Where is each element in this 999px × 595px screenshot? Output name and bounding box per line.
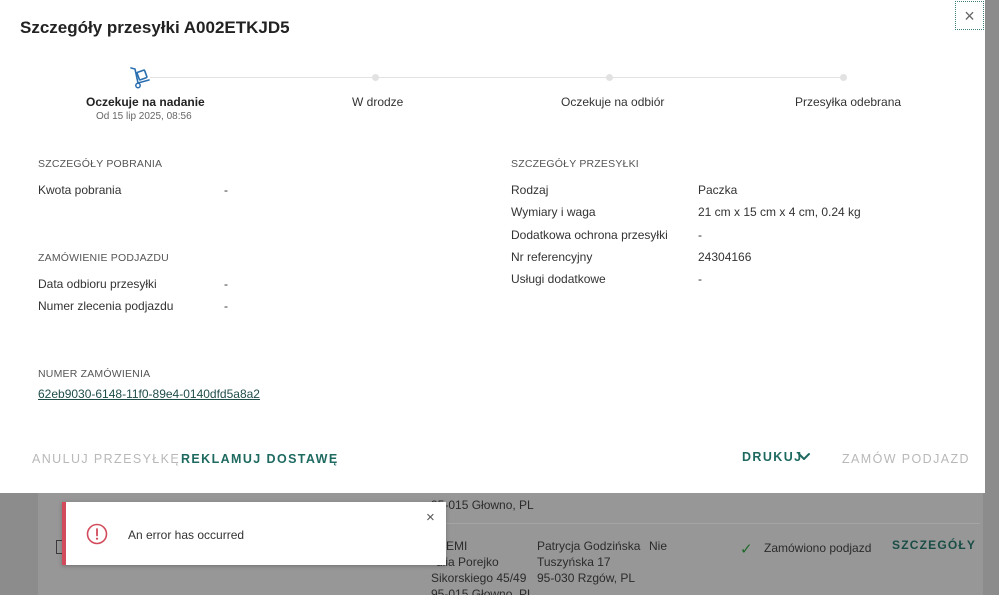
dimensions-label: Wymiary i waga	[511, 205, 596, 219]
shipment-type-label: Rodzaj	[511, 183, 549, 197]
pickup-order-number-value: -	[224, 299, 228, 313]
pickup-heading: ZAMÓWIENIE PODJAZDU	[38, 252, 169, 264]
cod-heading: SZCZEGÓŁY POBRANIA	[38, 158, 163, 170]
sender-city: 95-015 Głowno, PL	[431, 587, 534, 595]
check-icon: ✓	[740, 541, 753, 558]
step-label-awaiting-dispatch: Oczekuje na nadanie	[86, 95, 205, 109]
shipment-type-value: Paczka	[698, 183, 738, 197]
pickup-order-number-label: Numer zlecenia podjazdu	[38, 299, 174, 313]
step-date: Od 15 lip 2025, 08:56	[96, 111, 192, 122]
close-icon[interactable]: ×	[426, 510, 435, 525]
order-number-heading: NUMER ZAMÓWIENIA	[38, 368, 151, 380]
stepper-track	[150, 77, 845, 78]
sender-street: Sikorskiego 45/49	[431, 571, 527, 585]
shipment-heading: SZCZEGÓŁY PRZESYŁKI	[511, 158, 639, 170]
recipient-name: Patrycja Godzińska	[537, 539, 641, 553]
order-number-link[interactable]: 62eb9030-6148-11f0-89e4-0140dfd5a8a2	[38, 387, 260, 401]
close-button[interactable]: ×	[955, 1, 984, 30]
close-icon: ×	[964, 5, 975, 26]
print-button[interactable]: DRUKUJ	[742, 450, 803, 464]
cancel-shipment-button[interactable]: ANULUJ PRZESYŁKĘ	[32, 452, 180, 466]
modal-title: Szczegóły przesyłki A002ETKJD5	[20, 18, 290, 37]
error-toast: An error has occurred ×	[62, 502, 446, 565]
order-pickup-button[interactable]: ZAMÓW PODJAZD	[842, 452, 970, 466]
step-dot-in-transit	[372, 74, 379, 81]
step-dot-awaiting-pickup	[606, 74, 613, 81]
reference-number-label: Nr referencyjny	[511, 250, 593, 264]
insurance-label: Dodatkowa ochrona przesyłki	[511, 228, 668, 242]
extra-services-value: -	[698, 272, 702, 286]
cod-amount-label: Kwota pobrania	[38, 183, 122, 197]
cod-flag: Nie	[649, 539, 668, 553]
recipient-street: Tuszyńska 17	[537, 555, 611, 569]
pickup-date-value: -	[224, 277, 228, 291]
insurance-value: -	[698, 228, 702, 242]
cod-amount-value: -	[224, 183, 228, 197]
complain-delivery-button[interactable]: REKLAMUJ DOSTAWĘ	[181, 452, 339, 466]
step-label-delivered: Przesyłka odebrana	[795, 95, 902, 109]
pickup-date-label: Data odbioru przesyłki	[38, 277, 157, 291]
row-divider	[420, 523, 980, 524]
step-label-in-transit: W drodze	[352, 95, 404, 109]
chevron-down-icon[interactable]	[797, 450, 811, 464]
error-icon	[86, 523, 108, 545]
step-label-awaiting-pickup: Oczekuje na odbiór	[561, 95, 665, 109]
extra-services-label: Usługi dodatkowe	[511, 272, 606, 286]
reference-number-value: 24304166	[698, 250, 752, 264]
pickup-status: Zamówiono podjazd	[764, 541, 872, 555]
dimensions-value: 21 cm x 15 cm x 4 cm, 0.24 kg	[698, 205, 861, 219]
recipient-city: 95-030 Rzgów, PL	[537, 571, 636, 585]
hand-truck-icon	[130, 67, 150, 89]
error-message: An error has occurred	[128, 528, 245, 542]
step-dot-delivered	[840, 74, 847, 81]
row1-city: 95-015 Głowno, PL	[431, 498, 534, 512]
shipment-details-modal: Szczegóły przesyłki A002ETKJD5 × Oczekuj…	[0, 0, 985, 493]
details-link[interactable]: SZCZEGÓŁY	[892, 538, 976, 552]
sender-name: EMI	[446, 539, 468, 553]
